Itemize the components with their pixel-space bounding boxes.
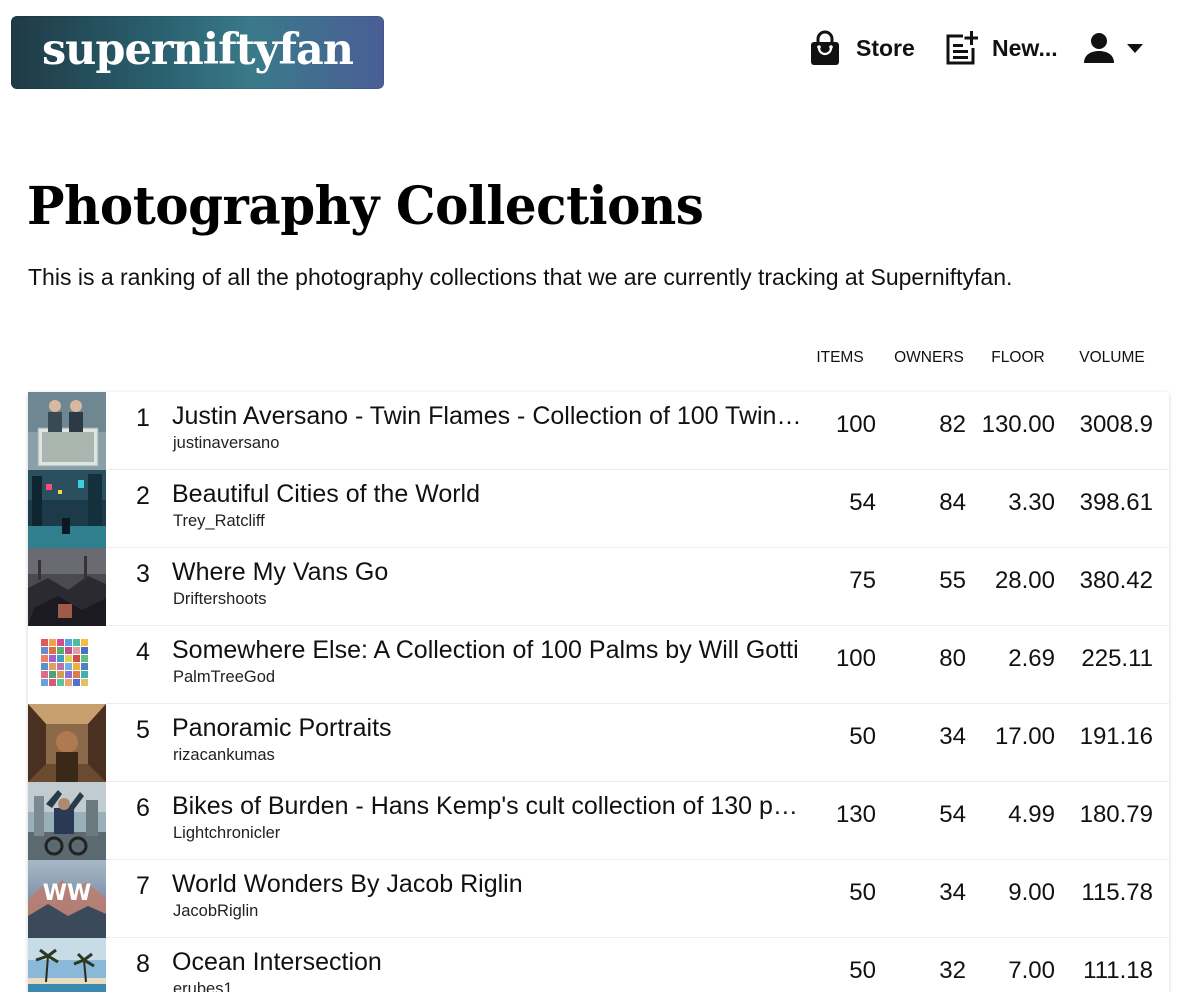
collection-owner[interactable]: justinaversano (173, 434, 279, 453)
collection-thumbnail (28, 470, 106, 548)
volume-value: 3008.9 (1079, 411, 1153, 438)
volume-value: 225.11 (1081, 645, 1153, 672)
caret-down-icon (1126, 42, 1144, 54)
collection-name[interactable]: Ocean Intersection (172, 948, 804, 977)
logo-text: superniftyfan (41, 24, 354, 75)
floor-value: 7.00 (1008, 957, 1055, 984)
collection-thumbnail (28, 938, 106, 992)
items-value: 100 (835, 411, 876, 438)
table-row[interactable]: 5 Panoramic Portraits rizacankumas 50 34… (28, 704, 1169, 782)
column-header-owners[interactable]: OWNERS (892, 349, 966, 367)
column-header-items[interactable]: ITEMS (814, 349, 866, 367)
items-value: 75 (849, 567, 876, 594)
table-row[interactable]: 4 Somewhere Else: A Collection of 100 Pa… (28, 626, 1169, 704)
collection-owner[interactable]: Driftershoots (173, 590, 267, 609)
volume-value: 191.16 (1079, 723, 1153, 750)
new-post-icon (944, 30, 978, 66)
owners-value: 82 (939, 411, 966, 438)
page-title: Photography Collections (27, 176, 704, 237)
floor-value: 3.30 (1008, 489, 1055, 516)
page-description: This is a ranking of all the photography… (28, 264, 1013, 290)
site-logo[interactable]: superniftyfan (11, 16, 384, 89)
owners-value: 34 (939, 879, 966, 906)
table-row[interactable]: 1 Justin Aversano - Twin Flames - Collec… (28, 392, 1169, 470)
owners-value: 34 (939, 723, 966, 750)
collection-thumbnail (28, 626, 106, 704)
collection-name[interactable]: Panoramic Portraits (172, 714, 804, 743)
table-row[interactable]: 3 Where My Vans Go Driftershoots 75 55 2… (28, 548, 1169, 626)
rank-number: 3 (136, 560, 150, 588)
collection-name[interactable]: Beautiful Cities of the World (172, 480, 804, 509)
rank-number: 8 (136, 950, 150, 978)
owners-value: 55 (939, 567, 966, 594)
volume-value: 115.78 (1081, 879, 1153, 906)
thumbnail-label: WW (43, 881, 92, 906)
volume-value: 180.79 (1079, 801, 1153, 828)
collections-table: 1 Justin Aversano - Twin Flames - Collec… (28, 392, 1169, 992)
floor-value: 4.99 (1008, 801, 1055, 828)
rank-number: 2 (136, 482, 150, 510)
collection-name[interactable]: Somewhere Else: A Collection of 100 Palm… (172, 636, 804, 665)
collection-owner[interactable]: Trey_Ratcliff (173, 512, 265, 531)
items-value: 50 (849, 957, 876, 984)
rank-number: 7 (136, 872, 150, 900)
collection-name[interactable]: Bikes of Burden - Hans Kemp's cult colle… (172, 792, 804, 821)
floor-value: 17.00 (994, 723, 1055, 750)
floor-value: 9.00 (1008, 879, 1055, 906)
collection-thumbnail: WW (28, 860, 106, 938)
table-row[interactable]: WW 7 World Wonders By Jacob Riglin Jacob… (28, 860, 1169, 938)
user-menu[interactable] (1082, 28, 1144, 68)
store-label: Store (856, 34, 915, 61)
shopping-bag-icon (808, 30, 842, 66)
items-value: 130 (835, 801, 876, 828)
collection-owner[interactable]: JacobRiglin (173, 902, 258, 921)
user-icon (1082, 30, 1116, 66)
floor-value: 130.00 (981, 411, 1055, 438)
store-link[interactable]: Store (808, 28, 915, 68)
items-value: 50 (849, 879, 876, 906)
items-value: 50 (849, 723, 876, 750)
volume-value: 380.42 (1079, 567, 1153, 594)
table-row[interactable]: 6 Bikes of Burden - Hans Kemp's cult col… (28, 782, 1169, 860)
collection-thumbnail (28, 782, 106, 860)
column-header-floor[interactable]: FLOOR (988, 349, 1048, 367)
items-value: 100 (835, 645, 876, 672)
volume-value: 111.18 (1083, 957, 1153, 984)
rank-number: 4 (136, 638, 150, 666)
rank-number: 5 (136, 716, 150, 744)
floor-value: 2.69 (1008, 645, 1055, 672)
owners-value: 80 (939, 645, 966, 672)
volume-value: 398.61 (1079, 489, 1153, 516)
table-row[interactable]: 8 Ocean Intersection erubes1 50 32 7.00 … (28, 938, 1169, 992)
new-post-link[interactable]: New... (944, 28, 1058, 68)
collection-thumbnail (28, 548, 106, 626)
collection-name[interactable]: World Wonders By Jacob Riglin (172, 870, 804, 899)
collection-owner[interactable]: Lightchronicler (173, 824, 280, 843)
column-header-volume[interactable]: VOLUME (1076, 349, 1148, 367)
collection-owner[interactable]: rizacankumas (173, 746, 275, 765)
new-post-label: New... (992, 34, 1058, 61)
collection-name[interactable]: Justin Aversano - Twin Flames - Collecti… (172, 402, 804, 431)
site-header: superniftyfan Store New... (0, 0, 1200, 100)
collection-owner[interactable]: PalmTreeGod (173, 668, 275, 687)
collection-thumbnail (28, 704, 106, 782)
owners-value: 32 (939, 957, 966, 984)
owners-value: 54 (939, 801, 966, 828)
collection-owner[interactable]: erubes1 (173, 980, 233, 992)
owners-value: 84 (939, 489, 966, 516)
items-value: 54 (849, 489, 876, 516)
floor-value: 28.00 (994, 567, 1055, 594)
rank-number: 6 (136, 794, 150, 822)
table-row[interactable]: 2 Beautiful Cities of the World Trey_Rat… (28, 470, 1169, 548)
rank-number: 1 (136, 404, 150, 432)
collection-thumbnail (28, 392, 106, 470)
collection-name[interactable]: Where My Vans Go (172, 558, 804, 587)
